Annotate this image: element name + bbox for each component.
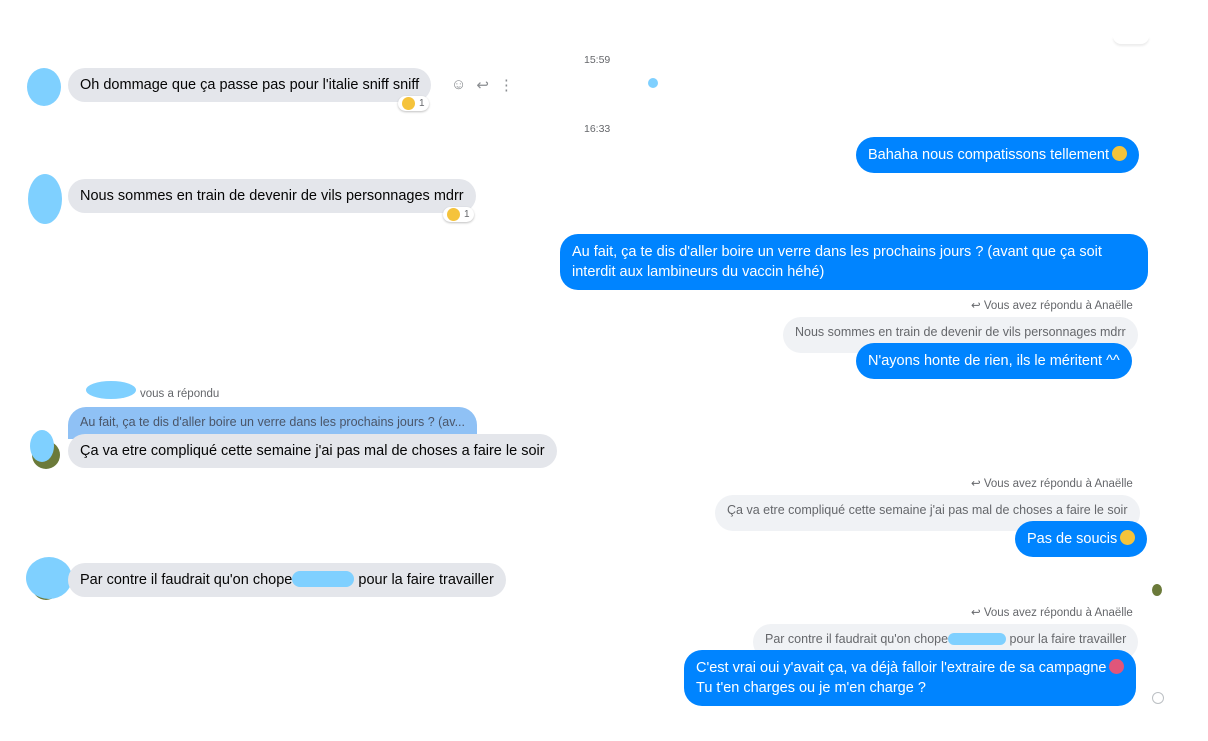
message-actions: ☺ ↩ ⋮ [451, 76, 514, 94]
avatar[interactable] [28, 174, 62, 224]
bubble-fragment [1113, 36, 1149, 44]
outgoing-message[interactable]: C'est vrai oui y'avait ça, va déjà fallo… [684, 650, 1137, 706]
dizzy-emoji [1120, 530, 1136, 545]
pig-emoji [1109, 659, 1125, 674]
reply-arrow-icon: ↩ [971, 300, 984, 312]
incoming-message[interactable]: Ça va etre compliqué cette semaine j'ai … [68, 434, 557, 468]
redacted-name [948, 633, 1007, 645]
sent-indicator [1152, 692, 1164, 704]
reply-header: ↩ Vous avez répondu à Anaëlle [971, 607, 1133, 619]
upside-down-emoji [1112, 146, 1128, 161]
timestamp: 16:33 [584, 123, 611, 135]
outgoing-message[interactable]: Bahaha nous compatissons tellement [856, 137, 1140, 173]
reaction-badge[interactable]: 1 [443, 207, 474, 222]
reply-header: vous a répondu [140, 388, 220, 400]
seen-indicator [648, 78, 658, 88]
reply-arrow-icon: ↩ [971, 478, 984, 490]
avatar-redaction [26, 557, 72, 599]
avatar[interactable] [27, 68, 61, 106]
timestamp: 15:59 [584, 54, 611, 66]
laughing-emoji [447, 208, 460, 221]
seen-avatar [1152, 584, 1162, 596]
incoming-message[interactable]: Nous sommes en train de devenir de vils … [68, 179, 476, 213]
outgoing-message[interactable]: Au fait, ça te dis d'aller boire un verr… [560, 234, 1148, 290]
outgoing-message[interactable]: N'ayons honte de rien, ils le méritent ^… [856, 343, 1132, 379]
reply-icon[interactable]: ↩ [476, 76, 489, 94]
reply-arrow-icon: ↩ [971, 607, 984, 619]
incoming-message[interactable]: Oh dommage que ça passe pas pour l'itali… [68, 68, 432, 102]
redacted-name [86, 381, 136, 399]
redacted-name [292, 571, 355, 587]
laughing-emoji [402, 97, 415, 110]
incoming-message[interactable]: Par contre il faudrait qu'on chope pour … [68, 563, 506, 597]
smiley-icon[interactable]: ☺ [451, 76, 466, 94]
reply-header: ↩ Vous avez répondu à Anaëlle [971, 300, 1133, 312]
avatar-redaction [30, 430, 54, 462]
reaction-badge[interactable]: 1 [398, 96, 429, 111]
outgoing-message[interactable]: Pas de soucis [1015, 521, 1148, 557]
more-icon[interactable]: ⋮ [499, 76, 514, 94]
reply-header: ↩ Vous avez répondu à Anaëlle [971, 478, 1133, 490]
